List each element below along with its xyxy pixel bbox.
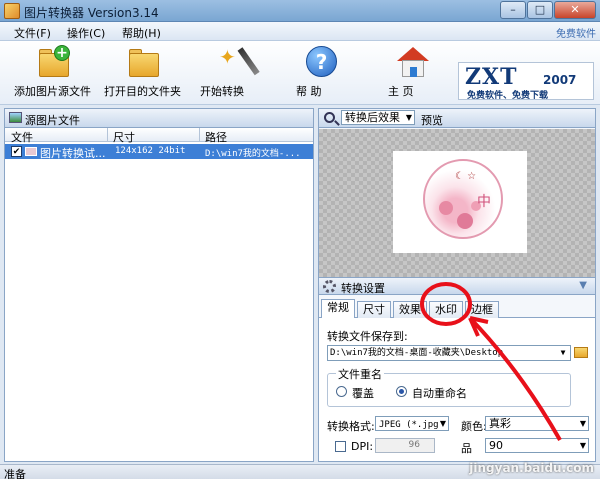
chevron-down-icon[interactable]: ▼ [557,346,569,360]
file-thumbnail [25,147,37,156]
start-convert-button[interactable]: ✦ 开始转换 [200,45,264,98]
preview-convert-panel: 转换后效果 ▼ 预览 ☾ ☆ 中 转换设置 ▼ 常规 尺寸 效果 水印 边框 转… [318,108,596,462]
add-source-label: 添加图片源文件 [14,85,91,98]
menu-help[interactable]: 帮助(H) [122,25,161,41]
source-panel-title: 源图片文件 [25,114,80,127]
auto-rename-label: 自动重命名 [412,387,467,400]
tab-effect[interactable]: 效果 [393,301,427,318]
magnifier-icon [324,112,335,123]
effect-select[interactable]: 转换后效果 ▼ [341,110,415,125]
general-tab-content: 转换文件保存到: D:\win7我的文档-桌面-收藏夹\Desktop ▼ 文件… [319,318,595,461]
close-button[interactable]: ✕ [554,1,596,19]
color-select[interactable]: 真彩 ▼ [485,416,589,431]
save-path-input[interactable]: D:\win7我的文档-桌面-收藏夹\Desktop ▼ [327,345,571,361]
watermark: jingyan.baidu.com [469,461,594,475]
title-bar: 图片转换器 Version3.14 – □ ✕ [0,0,600,22]
help-icon: ? [304,45,338,79]
free-software-link[interactable]: 免费软件 [556,25,596,40]
overwrite-label: 覆盖 [352,387,374,400]
format-label: 转换格式: [327,420,375,433]
add-source-button[interactable]: + 添加图片源文件 [14,45,94,98]
tab-watermark[interactable]: 水印 [429,301,463,318]
picture-icon [9,112,22,123]
file-size: 124x162 24bit [115,146,186,156]
gear-icon [323,280,336,293]
tab-general[interactable]: 常规 [321,299,355,319]
file-row-checkbox[interactable]: ✔ [11,146,22,157]
source-files-panel: 源图片文件 文件 尺寸 路径 ✔ 图片转换试... 124x162 24bit … [4,108,314,462]
format-select[interactable]: JPEG (*.jpg ▼ [375,416,449,431]
home-button[interactable]: 主 页 [388,45,438,98]
folder-icon [127,45,161,79]
magic-wand-icon: ✦ [215,45,260,79]
file-name: 图片转换试... [40,147,106,160]
column-path[interactable]: 路径 [205,129,227,145]
file-row[interactable]: ✔ 图片转换试... 124x162 24bit D:\win7我的文档-... [5,144,313,160]
folder-add-icon: + [37,45,71,79]
app-icon [4,3,20,19]
rename-group: 文件重名 覆盖 自动重命名 [327,366,571,407]
status-text: 准备 [4,468,26,479]
dpi-label: DPI: [351,440,374,453]
file-list-header: 文件 尺寸 路径 [5,128,313,145]
start-convert-label: 开始转换 [200,85,244,98]
dpi-spinner[interactable]: 96 [375,438,435,453]
column-size[interactable]: 尺寸 [113,129,135,145]
quality-select[interactable]: 90 ▼ [485,438,589,453]
quality-label: 品 [461,442,472,455]
minimize-button[interactable]: – [500,1,526,19]
help-label: 帮 助 [296,85,322,98]
save-to-label: 转换文件保存到: [327,330,408,343]
home-icon [396,45,430,79]
zxt-logo[interactable]: ZXT 2007 免费软件、免费下载 [458,62,594,101]
open-dest-folder-button[interactable]: 打开目的文件夹 [104,45,184,98]
tab-border[interactable]: 边框 [465,301,499,318]
seal-image: ☾ ☆ 中 [423,159,503,239]
window-controls: – □ ✕ [500,1,596,19]
dpi-checkbox[interactable] [335,441,346,452]
help-button[interactable]: ? 帮 助 [296,45,346,98]
preview-area: ☾ ☆ 中 [319,129,595,277]
color-label: 颜色: [461,420,487,433]
settings-tabs: 常规 尺寸 效果 水印 边框 [319,299,595,319]
maximize-button[interactable]: □ [527,1,553,19]
preview-image: ☾ ☆ 中 [393,151,527,253]
preview-label: 预览 [421,114,443,127]
collapse-icon[interactable]: ▼ [579,280,587,291]
chevron-down-icon: ▼ [439,419,446,428]
radio-overwrite[interactable] [336,386,347,397]
chevron-down-icon: ▼ [579,419,586,428]
file-path: D:\win7我的文档-... [205,149,301,159]
preview-header: 转换后效果 ▼ 预览 [319,109,595,128]
chevron-down-icon: ▼ [405,113,412,122]
convert-settings-header: 转换设置 ▼ [319,277,595,295]
source-panel-header: 源图片文件 [5,109,313,128]
convert-settings-title: 转换设置 [341,282,385,295]
rename-legend: 文件重名 [336,366,384,382]
home-label: 主 页 [388,85,414,98]
menu-file[interactable]: 文件(F) [14,25,51,41]
tab-size[interactable]: 尺寸 [357,301,391,318]
window-title: 图片转换器 Version3.14 [24,6,159,20]
open-dest-label: 打开目的文件夹 [104,85,181,98]
browse-folder-icon[interactable] [574,347,588,358]
column-file[interactable]: 文件 [11,129,33,145]
radio-auto-rename[interactable] [396,386,407,397]
chevron-down-icon: ▼ [579,441,586,450]
menu-operation[interactable]: 操作(C) [67,25,105,41]
menu-bar: 文件(F) 操作(C) 帮助(H) 免费软件 [0,22,600,41]
